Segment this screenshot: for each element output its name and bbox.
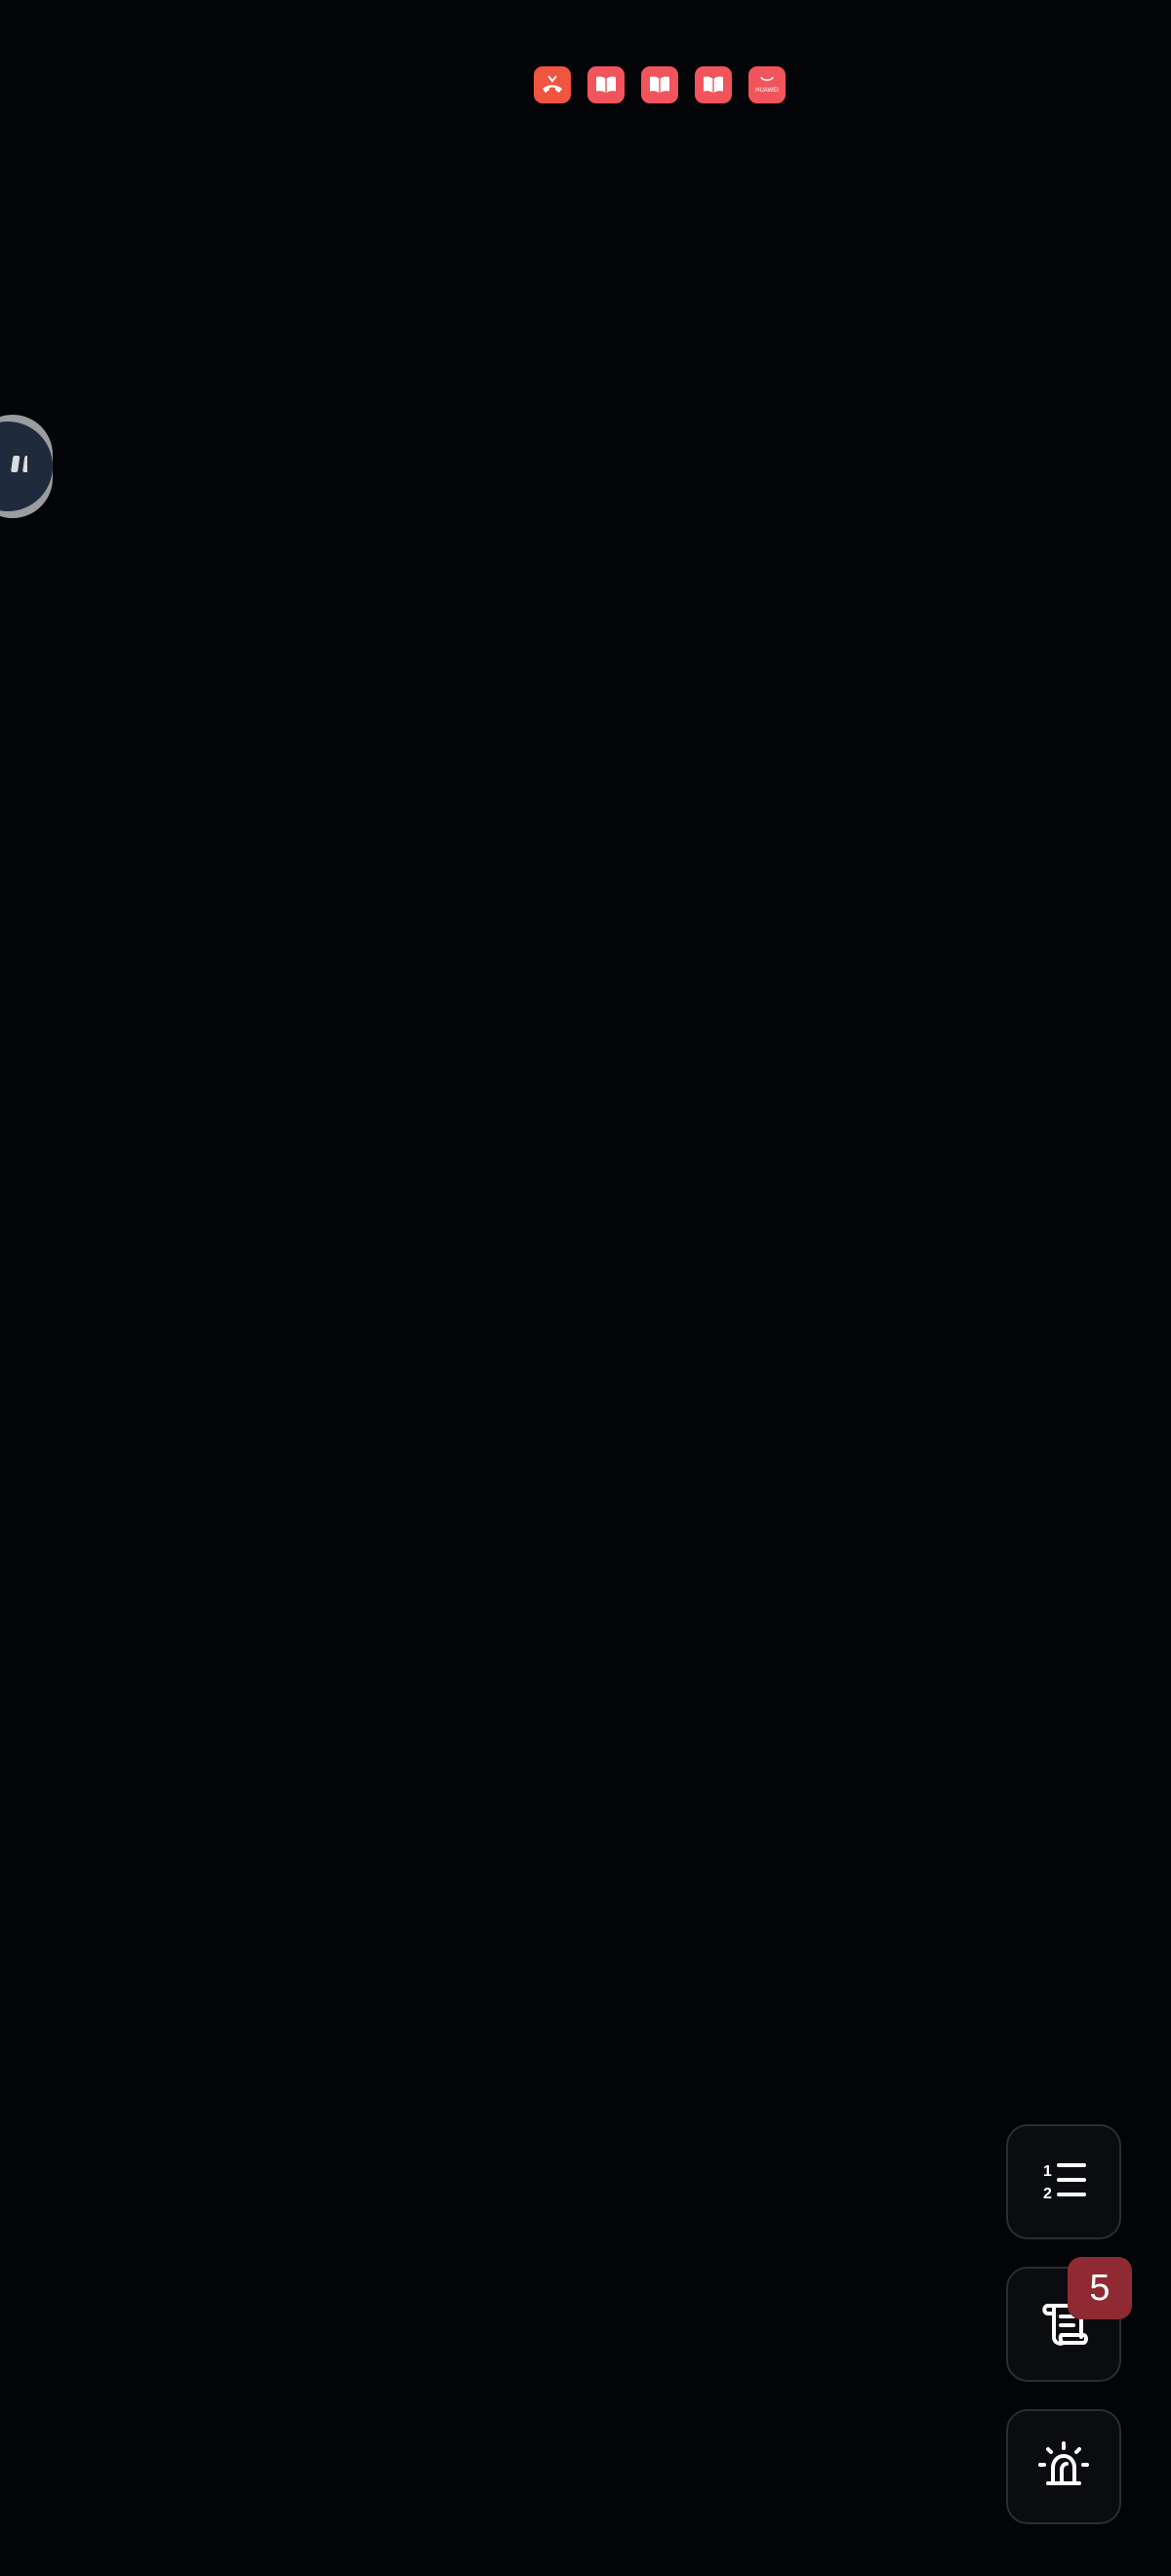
book-icon (641, 66, 678, 103)
assistant-face-icon (0, 422, 53, 511)
status-bar: HUAWEI (0, 0, 1171, 146)
notification-icons: HUAWEI (534, 66, 786, 103)
book-icon (695, 66, 732, 103)
svg-text:2: 2 (1043, 2186, 1052, 2202)
siren-icon (1038, 2441, 1089, 2485)
floating-assistant-button[interactable] (0, 415, 53, 518)
missed-call-icon (534, 66, 571, 103)
book-icon (587, 66, 625, 103)
svg-text:1: 1 (1043, 2163, 1052, 2180)
log-count-badge: 5 (1068, 2257, 1132, 2319)
numbered-list-icon: 1 2 (1043, 2163, 1086, 2202)
huawei-appgallery-icon: HUAWEI (748, 66, 786, 103)
numbered-list-button[interactable]: 1 2 (1006, 2124, 1121, 2239)
appgallery-label: HUAWEI (755, 88, 779, 94)
screen: HUAWEI 1 2 5 (0, 0, 1171, 2576)
alarm-button[interactable] (1006, 2409, 1121, 2524)
